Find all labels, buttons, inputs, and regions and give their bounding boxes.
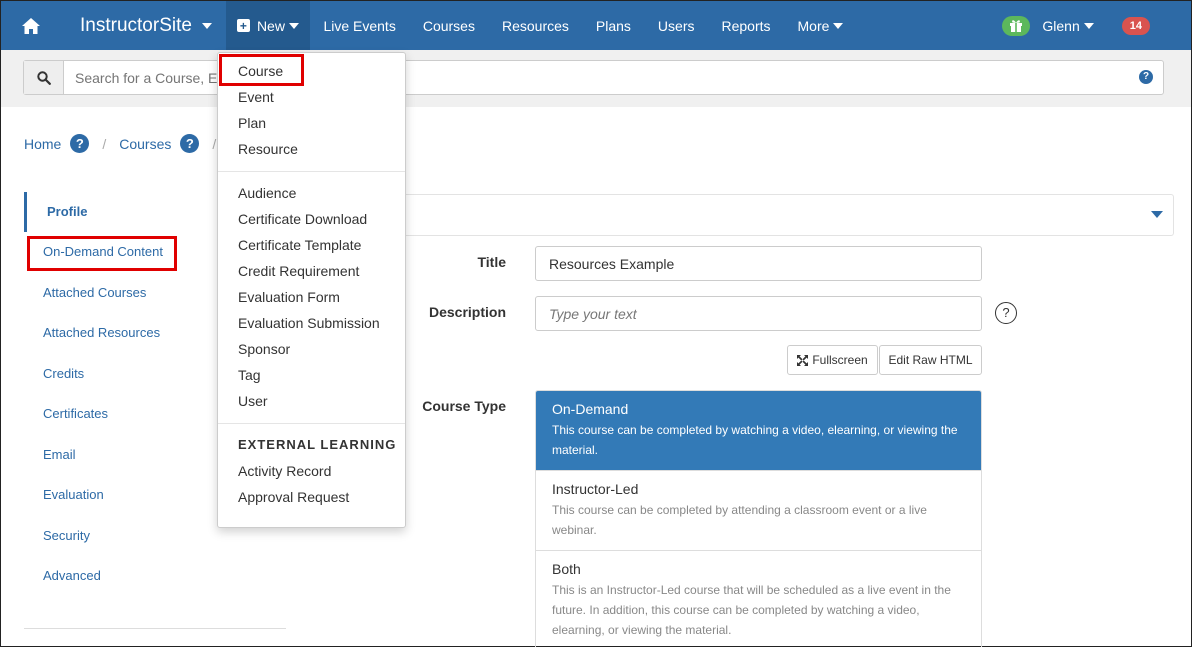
menu-item-credit-requirement[interactable]: Credit Requirement bbox=[218, 258, 405, 284]
sidebar-divider bbox=[24, 628, 286, 629]
sidebar-item-advanced[interactable]: Advanced bbox=[24, 556, 286, 597]
notification-badge[interactable]: 14 bbox=[1121, 16, 1150, 35]
description-help-icon[interactable]: ? bbox=[995, 302, 1017, 324]
fullscreen-button[interactable]: Fullscreen bbox=[787, 345, 878, 375]
search-icon[interactable] bbox=[24, 61, 64, 94]
title-input[interactable]: Resources Example bbox=[535, 246, 982, 281]
chevron-down-icon bbox=[1083, 22, 1094, 29]
course-type-options: On-Demand This course can be completed b… bbox=[535, 390, 982, 647]
more-menu-button[interactable]: More bbox=[784, 1, 857, 50]
menu-item-audience[interactable]: Audience bbox=[218, 180, 405, 206]
nav-courses[interactable]: Courses bbox=[409, 1, 488, 50]
user-name: Glenn bbox=[1042, 17, 1080, 34]
search-box: ? bbox=[23, 60, 1164, 95]
nav-resources[interactable]: Resources bbox=[488, 1, 582, 50]
brand-label: InstructorSite bbox=[80, 14, 192, 36]
chevron-down-icon bbox=[201, 22, 212, 29]
menu-item-activity-record[interactable]: Activity Record bbox=[218, 458, 405, 484]
help-icon[interactable]: ? bbox=[70, 134, 90, 153]
breadcrumb-separator: / bbox=[212, 135, 217, 152]
course-type-both[interactable]: Both This is an Instructor-Led course th… bbox=[536, 550, 981, 647]
menu-item-resource[interactable]: Resource bbox=[218, 136, 405, 162]
plus-icon: + bbox=[236, 19, 250, 32]
breadcrumb-separator: / bbox=[102, 135, 107, 152]
course-type-on-demand[interactable]: On-Demand This course can be completed b… bbox=[536, 391, 981, 470]
menu-divider bbox=[218, 423, 405, 424]
menu-item-event[interactable]: Event bbox=[218, 84, 405, 110]
top-navbar: InstructorSite + New Live Events Courses… bbox=[1, 1, 1191, 50]
menu-header-external-learning: EXTERNAL LEARNING bbox=[238, 437, 397, 452]
menu-item-certificate-template[interactable]: Certificate Template bbox=[218, 232, 405, 258]
nav-reports[interactable]: Reports bbox=[708, 1, 784, 50]
menu-item-course[interactable]: Course bbox=[218, 58, 405, 84]
menu-item-approval-request[interactable]: Approval Request bbox=[218, 484, 405, 510]
nav-users[interactable]: Users bbox=[644, 1, 708, 50]
menu-item-evaluation-form[interactable]: Evaluation Form bbox=[218, 284, 405, 310]
gift-icon[interactable] bbox=[1002, 15, 1031, 36]
edit-raw-html-button[interactable]: Edit Raw HTML bbox=[879, 345, 982, 375]
breadcrumb: Home ? / Courses ? / bbox=[24, 134, 229, 153]
panel-header[interactable] bbox=[301, 194, 1174, 236]
description-input[interactable]: Type your text bbox=[535, 296, 982, 331]
fullscreen-label: Fullscreen bbox=[812, 353, 868, 367]
brand-menu[interactable]: InstructorSite bbox=[61, 1, 226, 50]
option-title: Both bbox=[552, 561, 581, 577]
option-description: This course can be completed by attendin… bbox=[552, 503, 927, 537]
search-bar-area: ? bbox=[1, 50, 1191, 107]
menu-divider bbox=[218, 171, 405, 172]
option-title: On-Demand bbox=[552, 401, 629, 417]
course-type-instructor-led[interactable]: Instructor-Led This course can be comple… bbox=[536, 470, 981, 550]
more-label: More bbox=[797, 17, 830, 34]
home-icon[interactable] bbox=[1, 1, 61, 50]
fullscreen-icon bbox=[797, 354, 809, 366]
menu-item-user[interactable]: User bbox=[218, 388, 405, 414]
help-icon[interactable]: ? bbox=[180, 134, 200, 153]
chevron-down-icon bbox=[288, 22, 299, 29]
new-label: New bbox=[256, 17, 285, 34]
chevron-down-icon[interactable] bbox=[1151, 211, 1163, 218]
user-menu[interactable]: Glenn bbox=[1042, 17, 1094, 34]
menu-item-certificate-download[interactable]: Certificate Download bbox=[218, 206, 405, 232]
nav-live-events[interactable]: Live Events bbox=[310, 1, 409, 50]
breadcrumb-courses[interactable]: Courses bbox=[119, 136, 171, 152]
menu-item-plan[interactable]: Plan bbox=[218, 110, 405, 136]
search-help-icon[interactable]: ? bbox=[1139, 70, 1153, 84]
new-menu-button[interactable]: + New bbox=[225, 1, 310, 50]
menu-item-tag[interactable]: Tag bbox=[218, 362, 405, 388]
option-title: Instructor-Led bbox=[552, 481, 639, 497]
menu-item-evaluation-submission[interactable]: Evaluation Submission bbox=[218, 310, 405, 336]
new-dropdown-menu: Course Event Plan Resource Audience Cert… bbox=[217, 52, 406, 528]
breadcrumb-home[interactable]: Home bbox=[24, 136, 61, 152]
nav-plans[interactable]: Plans bbox=[582, 1, 644, 50]
option-description: This course can be completed by watching… bbox=[552, 423, 958, 457]
chevron-down-icon bbox=[833, 22, 844, 29]
option-description: This is an Instructor-Led course that wi… bbox=[552, 583, 951, 637]
menu-item-sponsor[interactable]: Sponsor bbox=[218, 336, 405, 362]
